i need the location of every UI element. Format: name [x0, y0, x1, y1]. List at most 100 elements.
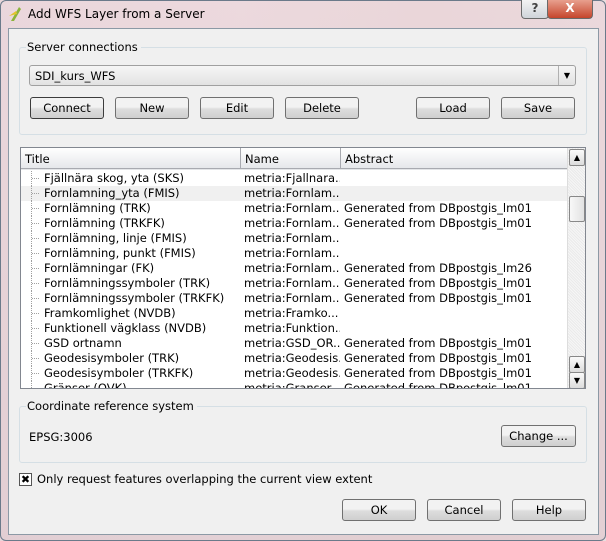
scrollbar-thumb[interactable] [569, 196, 585, 222]
tree-branch-line [31, 246, 42, 261]
cell-title: Fornlämning (TRK) [44, 201, 151, 215]
server-connection-select[interactable]: SDI_kurs_WFS ▼ [29, 65, 576, 86]
layer-table[interactable]: Title Name Abstract Fjällnära skog, yta … [20, 147, 586, 389]
tree-branch-line [31, 306, 42, 321]
table-row[interactable]: Geodesisymboler (TRK) metria:Geodesis... G… [21, 351, 569, 366]
cell-title: Fornlämningssymboler (TRKFK) [44, 291, 225, 305]
delete-button[interactable]: Delete [285, 97, 359, 119]
change-crs-button[interactable]: Change ... [501, 425, 576, 447]
tree-branch-line [31, 291, 42, 306]
save-button[interactable]: Save [501, 97, 575, 119]
table-row[interactable]: Fornlämningar (FK) metria:Fornlam... Gener… [21, 261, 569, 276]
cell-title: Geodesisymboler (TRK) [44, 351, 180, 365]
tree-branch-line [31, 186, 42, 201]
cell-abstract: Generated from DBpostgis_lm01 [344, 216, 532, 230]
server-connections-group: Server connections [19, 40, 587, 135]
table-row[interactable]: Fornlämningssymboler (TRKFK) metria:Fornl… [21, 291, 569, 306]
cell-name: metria:Fornlam... [244, 276, 340, 290]
column-header-abstract[interactable]: Abstract [341, 148, 569, 169]
cell-name: metria:Fornlam... [244, 261, 340, 275]
cell-abstract: Generated from DBpostgis_lm01 [344, 381, 532, 389]
cell-name: metria:GSD_OR... [244, 336, 340, 350]
cell-title: Gränser (OVK) [44, 381, 127, 389]
help-button[interactable]: Help [512, 499, 586, 521]
vertical-scrollbar[interactable]: ▲ ▲ ▼ [567, 148, 585, 388]
cell-abstract: Generated from DBpostgis_lm26 [344, 261, 532, 275]
scroll-down-arrow-icon[interactable]: ▼ [569, 372, 585, 388]
cell-title: Fjällnära skog, yta (SKS) [44, 171, 185, 185]
cell-title: Fornlämning, linje (FMIS) [44, 231, 187, 245]
table-row[interactable]: Fornlämning (TRKFK) metria:Fornlam... Gene… [21, 216, 569, 231]
edit-button[interactable]: Edit [200, 97, 274, 119]
cell-name: metria:Fornlam... [244, 201, 340, 215]
new-button[interactable]: New [115, 97, 189, 119]
help-title-button[interactable]: ? [521, 0, 549, 19]
scroll-up-arrow-icon[interactable]: ▲ [569, 356, 585, 373]
ok-button[interactable]: OK [342, 499, 416, 521]
cell-title: Fornlamning_yta (FMIS) [44, 186, 180, 200]
cell-abstract: Generated from DBpostgis_lm01 [344, 366, 532, 380]
tree-branch-line [31, 321, 42, 336]
cell-name: metria:Fornlam... [244, 246, 340, 260]
cell-name: metria:Geodesis... [244, 351, 340, 365]
column-header-title[interactable]: Title [21, 148, 241, 169]
cell-abstract: Generated from DBpostgis_lm01 [344, 336, 532, 350]
cell-title: Fornlämningssymboler (TRK) [44, 276, 211, 290]
cell-title: Fornlämningar (FK) [44, 261, 155, 275]
cell-name: metria:Fornlam... [244, 216, 340, 230]
chevron-down-icon: ▼ [558, 66, 575, 85]
cell-name: metria:Fornlam... [244, 291, 340, 305]
cell-name: metria:Fornlam... [244, 186, 340, 200]
cell-abstract: Generated from DBpostgis_lm01 [344, 291, 532, 305]
cell-name: metria:Fjallnara... [244, 171, 340, 185]
close-button[interactable]: X [547, 0, 593, 19]
extent-checkbox-label[interactable]: Only request features overlapping the cu… [37, 472, 372, 486]
scroll-up-arrow-icon[interactable]: ▲ [569, 149, 585, 166]
table-row[interactable]: GSD ortnamn metria:GSD_OR... Generated fro… [21, 336, 569, 351]
cell-title: Framkomlighet (NVDB) [44, 306, 176, 320]
table-row[interactable]: Fornlämning, punkt (FMIS) metria:Fornlam.… [21, 246, 569, 261]
cell-title: Fornlämning, punkt (FMIS) [44, 246, 196, 260]
cell-name: metria:Geodesis... [244, 366, 340, 380]
cell-title: GSD ortnamn [44, 336, 122, 350]
table-row[interactable]: Fornlamning_yta (FMIS) metria:Fornlam... [21, 186, 569, 201]
tree-branch-line [31, 216, 42, 231]
load-button[interactable]: Load [416, 97, 490, 119]
table-row[interactable]: Fjällnära skog, yta (SKS) metria:Fjallnar… [21, 171, 569, 186]
connect-button[interactable]: Connect [30, 97, 104, 119]
tree-branch-line [31, 201, 42, 216]
tree-branch-line [31, 336, 42, 351]
cell-name: metria:Framko... [244, 306, 339, 320]
qgis-logo-icon [9, 7, 21, 21]
crs-value: EPSG:3006 [29, 430, 93, 444]
cell-title: Fornlämning (TRKFK) [44, 216, 165, 230]
cell-title: Funktionell vägklass (NVDB) [44, 321, 207, 335]
cell-abstract: Generated from DBpostgis_lm01 [344, 201, 532, 215]
cell-title: Geodesisymboler (TRKFK) [44, 366, 194, 380]
cell-name: metria:Funktion... [244, 321, 340, 335]
tree-branch-line [31, 231, 42, 246]
cell-abstract: Generated from DBpostgis_lm01 [344, 276, 532, 290]
server-connections-label: Server connections [26, 40, 141, 54]
column-header-name[interactable]: Name [241, 148, 341, 169]
table-row[interactable]: Geodesisymboler (TRKFK) metria:Geodesis..… [21, 366, 569, 381]
cell-name: metria:Granser... [244, 381, 340, 389]
window-title: Add WFS Layer from a Server [28, 7, 205, 21]
table-row[interactable]: Gränser (OVK) metria:Granser... Generated … [21, 381, 569, 389]
cell-abstract: Generated from DBpostgis_lm01 [344, 351, 532, 365]
table-row[interactable]: Funktionell vägklass (NVDB) metria:Funkti… [21, 321, 569, 336]
title-bar[interactable]: Add WFS Layer from a Server ? X [0, 0, 606, 28]
extent-checkbox[interactable]: ✖ [19, 473, 32, 486]
cancel-button[interactable]: Cancel [427, 499, 501, 521]
tree-branch-line [31, 366, 42, 381]
cell-name: metria:Fornlam... [244, 231, 340, 245]
tree-branch-line [31, 351, 42, 366]
selected-connection: SDI_kurs_WFS [35, 69, 116, 83]
table-row[interactable]: Fornlämning, linje (FMIS) metria:Fornlam.… [21, 231, 569, 246]
tree-branch-line [31, 261, 42, 276]
table-row[interactable]: Fornlämningssymboler (TRK) metria:Fornlam… [21, 276, 569, 291]
table-row[interactable]: Fornlämning (TRK) metria:Fornlam... Genera… [21, 201, 569, 216]
tree-branch-line [31, 171, 42, 186]
crs-label: Coordinate reference system [26, 399, 197, 413]
table-row[interactable]: Framkomlighet (NVDB) metria:Framko... [21, 306, 569, 321]
